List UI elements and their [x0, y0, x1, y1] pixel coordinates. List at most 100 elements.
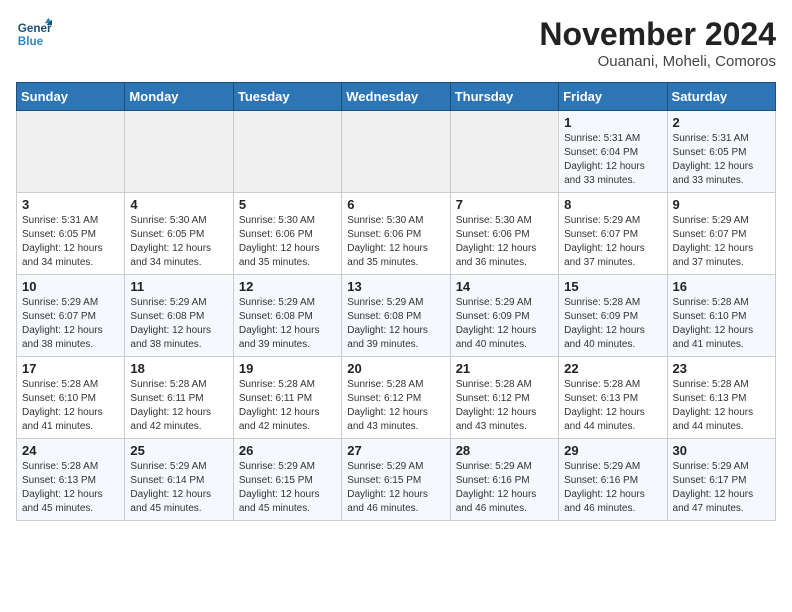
- weekday-header-thursday: Thursday: [450, 83, 558, 111]
- calendar-cell: 1 Sunrise: 5:31 AM Sunset: 6:04 PM Daylig…: [559, 111, 667, 193]
- day-info: Sunrise: 5:29 AM Sunset: 6:07 PM Dayligh…: [673, 214, 770, 270]
- header: General Blue November 2024 Ouanani, Mohe…: [16, 16, 776, 70]
- day-number: 16: [673, 279, 770, 294]
- day-info: Sunrise: 5:29 AM Sunset: 6:15 PM Dayligh…: [239, 460, 336, 516]
- weekday-header-monday: Monday: [125, 83, 233, 111]
- calendar-cell: 9Sunrise: 5:29 AM Sunset: 6:07 PM Daylig…: [667, 193, 775, 275]
- calendar-cell: 5 Sunrise: 5:30 AM Sunset: 6:06 PM Daylig…: [233, 193, 341, 275]
- calendar-cell: 6 Sunrise: 5:30 AM Sunset: 6:06 PM Daylig…: [342, 193, 450, 275]
- calendar-cell: 24 Sunrise: 5:28 AM Sunset: 6:13 PM Dayli…: [17, 439, 125, 521]
- day-info: Sunrise: 5:30 AM Sunset: 6:06 PM Dayligh…: [347, 214, 444, 270]
- day-number: 22: [564, 361, 661, 376]
- day-number: 15: [564, 279, 661, 294]
- calendar-cell: 23Sunrise: 5:28 AM Sunset: 6:13 PM Dayli…: [667, 357, 775, 439]
- calendar-cell: 11 Sunrise: 5:29 AM Sunset: 6:08 PM Dayli…: [125, 275, 233, 357]
- calendar-week-row: 3 Sunrise: 5:31 AM Sunset: 6:05 PM Daylig…: [17, 193, 776, 275]
- calendar-week-row: 24 Sunrise: 5:28 AM Sunset: 6:13 PM Dayli…: [17, 439, 776, 521]
- calendar-cell: 17 Sunrise: 5:28 AM Sunset: 6:10 PM Dayli…: [17, 357, 125, 439]
- calendar-cell: [450, 111, 558, 193]
- calendar-subtitle: Ouanani, Moheli, Comoros: [539, 53, 776, 70]
- weekday-header-friday: Friday: [559, 83, 667, 111]
- day-info: Sunrise: 5:28 AM Sunset: 6:13 PM Dayligh…: [564, 378, 661, 434]
- calendar-cell: 13 Sunrise: 5:29 AM Sunset: 6:08 PM Dayli…: [342, 275, 450, 357]
- logo-icon: General Blue: [16, 16, 52, 52]
- day-info: Sunrise: 5:30 AM Sunset: 6:06 PM Dayligh…: [239, 214, 336, 270]
- calendar-cell: 14Sunrise: 5:29 AM Sunset: 6:09 PM Dayli…: [450, 275, 558, 357]
- day-info: Sunrise: 5:31 AM Sunset: 6:04 PM Dayligh…: [564, 132, 661, 188]
- day-info: Sunrise: 5:29 AM Sunset: 6:15 PM Dayligh…: [347, 460, 444, 516]
- day-number: 3: [22, 197, 119, 212]
- day-info: Sunrise: 5:29 AM Sunset: 6:09 PM Dayligh…: [456, 296, 553, 352]
- calendar-week-row: 17 Sunrise: 5:28 AM Sunset: 6:10 PM Dayli…: [17, 357, 776, 439]
- day-number: 25: [130, 443, 227, 458]
- calendar-cell: 20 Sunrise: 5:28 AM Sunset: 6:12 PM Dayli…: [342, 357, 450, 439]
- day-info: Sunrise: 5:28 AM Sunset: 6:11 PM Dayligh…: [130, 378, 227, 434]
- calendar-header: SundayMondayTuesdayWednesdayThursdayFrid…: [17, 83, 776, 111]
- day-info: Sunrise: 5:29 AM Sunset: 6:14 PM Dayligh…: [130, 460, 227, 516]
- weekday-header-saturday: Saturday: [667, 83, 775, 111]
- calendar-cell: 29Sunrise: 5:29 AM Sunset: 6:16 PM Dayli…: [559, 439, 667, 521]
- calendar-cell: 25 Sunrise: 5:29 AM Sunset: 6:14 PM Dayli…: [125, 439, 233, 521]
- weekday-row: SundayMondayTuesdayWednesdayThursdayFrid…: [17, 83, 776, 111]
- calendar-cell: 7Sunrise: 5:30 AM Sunset: 6:06 PM Daylig…: [450, 193, 558, 275]
- calendar-cell: 8Sunrise: 5:29 AM Sunset: 6:07 PM Daylig…: [559, 193, 667, 275]
- day-number: 19: [239, 361, 336, 376]
- day-info: Sunrise: 5:28 AM Sunset: 6:12 PM Dayligh…: [456, 378, 553, 434]
- day-info: Sunrise: 5:28 AM Sunset: 6:12 PM Dayligh…: [347, 378, 444, 434]
- day-number: 23: [673, 361, 770, 376]
- calendar-cell: 21 Sunrise: 5:28 AM Sunset: 6:12 PM Dayli…: [450, 357, 558, 439]
- logo: General Blue: [16, 16, 52, 52]
- calendar-week-row: 1 Sunrise: 5:31 AM Sunset: 6:04 PM Daylig…: [17, 111, 776, 193]
- calendar-cell: 10 Sunrise: 5:29 AM Sunset: 6:07 PM Dayli…: [17, 275, 125, 357]
- day-number: 21: [456, 361, 553, 376]
- day-number: 30: [673, 443, 770, 458]
- title-area: November 2024 Ouanani, Moheli, Comoros: [539, 16, 776, 70]
- day-info: Sunrise: 5:29 AM Sunset: 6:08 PM Dayligh…: [130, 296, 227, 352]
- calendar-cell: 3 Sunrise: 5:31 AM Sunset: 6:05 PM Daylig…: [17, 193, 125, 275]
- day-info: Sunrise: 5:31 AM Sunset: 6:05 PM Dayligh…: [22, 214, 119, 270]
- day-number: 6: [347, 197, 444, 212]
- day-info: Sunrise: 5:28 AM Sunset: 6:13 PM Dayligh…: [22, 460, 119, 516]
- weekday-header-tuesday: Tuesday: [233, 83, 341, 111]
- weekday-header-wednesday: Wednesday: [342, 83, 450, 111]
- day-info: Sunrise: 5:31 AM Sunset: 6:05 PM Dayligh…: [673, 132, 770, 188]
- day-number: 1: [564, 115, 661, 130]
- day-number: 24: [22, 443, 119, 458]
- day-number: 17: [22, 361, 119, 376]
- weekday-header-sunday: Sunday: [17, 83, 125, 111]
- svg-text:Blue: Blue: [18, 35, 44, 48]
- day-info: Sunrise: 5:30 AM Sunset: 6:05 PM Dayligh…: [130, 214, 227, 270]
- day-number: 12: [239, 279, 336, 294]
- calendar-cell: 26Sunrise: 5:29 AM Sunset: 6:15 PM Dayli…: [233, 439, 341, 521]
- day-info: Sunrise: 5:28 AM Sunset: 6:10 PM Dayligh…: [673, 296, 770, 352]
- calendar-cell: [342, 111, 450, 193]
- calendar-cell: 15Sunrise: 5:28 AM Sunset: 6:09 PM Dayli…: [559, 275, 667, 357]
- day-number: 18: [130, 361, 227, 376]
- calendar-cell: [17, 111, 125, 193]
- day-number: 10: [22, 279, 119, 294]
- calendar-cell: 16 Sunrise: 5:28 AM Sunset: 6:10 PM Dayli…: [667, 275, 775, 357]
- day-info: Sunrise: 5:29 AM Sunset: 6:08 PM Dayligh…: [347, 296, 444, 352]
- calendar-cell: 12Sunrise: 5:29 AM Sunset: 6:08 PM Dayli…: [233, 275, 341, 357]
- calendar-cell: 28Sunrise: 5:29 AM Sunset: 6:16 PM Dayli…: [450, 439, 558, 521]
- calendar-cell: 19 Sunrise: 5:28 AM Sunset: 6:11 PM Dayli…: [233, 357, 341, 439]
- day-number: 20: [347, 361, 444, 376]
- day-info: Sunrise: 5:29 AM Sunset: 6:07 PM Dayligh…: [564, 214, 661, 270]
- day-info: Sunrise: 5:28 AM Sunset: 6:11 PM Dayligh…: [239, 378, 336, 434]
- calendar-table: SundayMondayTuesdayWednesdayThursdayFrid…: [16, 82, 776, 521]
- day-info: Sunrise: 5:28 AM Sunset: 6:10 PM Dayligh…: [22, 378, 119, 434]
- day-number: 13: [347, 279, 444, 294]
- day-info: Sunrise: 5:29 AM Sunset: 6:07 PM Dayligh…: [22, 296, 119, 352]
- calendar-cell: [233, 111, 341, 193]
- calendar-title: November 2024: [539, 16, 776, 53]
- calendar-body: 1 Sunrise: 5:31 AM Sunset: 6:04 PM Daylig…: [17, 111, 776, 521]
- day-number: 11: [130, 279, 227, 294]
- day-info: Sunrise: 5:29 AM Sunset: 6:16 PM Dayligh…: [456, 460, 553, 516]
- day-info: Sunrise: 5:29 AM Sunset: 6:17 PM Dayligh…: [673, 460, 770, 516]
- day-info: Sunrise: 5:30 AM Sunset: 6:06 PM Dayligh…: [456, 214, 553, 270]
- calendar-cell: 18 Sunrise: 5:28 AM Sunset: 6:11 PM Dayli…: [125, 357, 233, 439]
- calendar-cell: 22 Sunrise: 5:28 AM Sunset: 6:13 PM Dayli…: [559, 357, 667, 439]
- day-number: 27: [347, 443, 444, 458]
- day-number: 5: [239, 197, 336, 212]
- day-number: 29: [564, 443, 661, 458]
